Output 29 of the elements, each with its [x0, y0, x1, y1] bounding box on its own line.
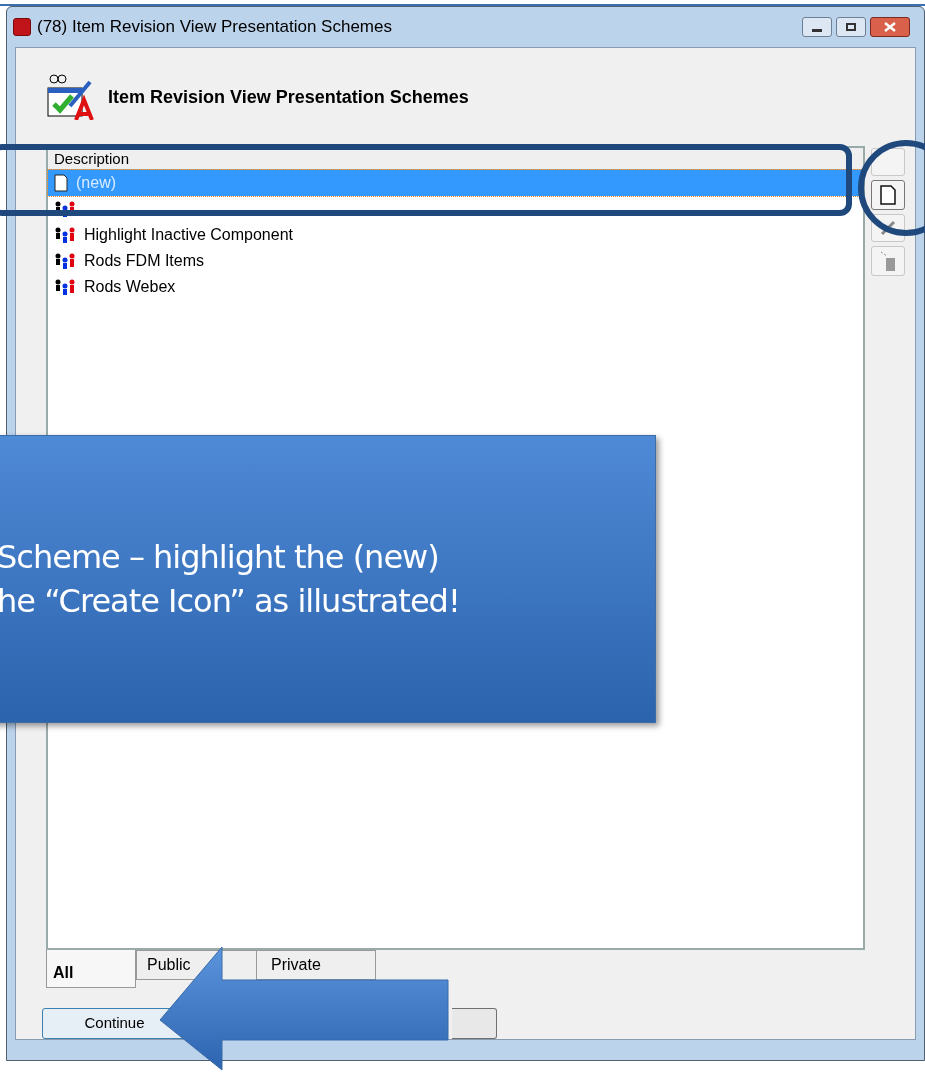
list-row[interactable]: Rods FDM Items [48, 248, 863, 274]
tab[interactable]: Public [136, 950, 198, 980]
scheme-name: Highlight Inactive Component [84, 225, 293, 245]
people-icon [54, 201, 76, 217]
scheme-name: Rods FDM Items [84, 251, 204, 271]
trash-icon [879, 250, 897, 272]
list-row[interactable]: Highlight Inactive Component [48, 222, 863, 248]
document-icon [880, 185, 896, 205]
close-icon [884, 22, 896, 32]
close-button[interactable] [870, 17, 910, 37]
create-button[interactable] [871, 180, 905, 210]
tab[interactable]: All [46, 950, 136, 988]
scheme-name: Rods Webex [84, 277, 176, 297]
dialog-heading: Item Revision View Presentation Schemes [108, 85, 469, 109]
scheme-name: (new) [76, 173, 116, 193]
people-icon [54, 227, 76, 243]
tab[interactable]: Private [256, 950, 376, 980]
callout-text: he “Create Icon” as illustrated! [0, 581, 461, 622]
document-icon [54, 174, 68, 192]
list-row[interactable]: Rods Webex [48, 274, 863, 300]
minimize-button[interactable] [802, 17, 832, 37]
app-logo-icon [13, 18, 31, 36]
window-title: (78) Item Revision View Presentation Schemes [37, 16, 392, 39]
pencil-icon [879, 219, 897, 237]
people-icon [54, 253, 76, 269]
people-icon [54, 279, 76, 295]
maximize-button[interactable] [836, 17, 866, 37]
secondary-button[interactable] [452, 1008, 497, 1039]
column-header[interactable]: Description [48, 148, 863, 170]
